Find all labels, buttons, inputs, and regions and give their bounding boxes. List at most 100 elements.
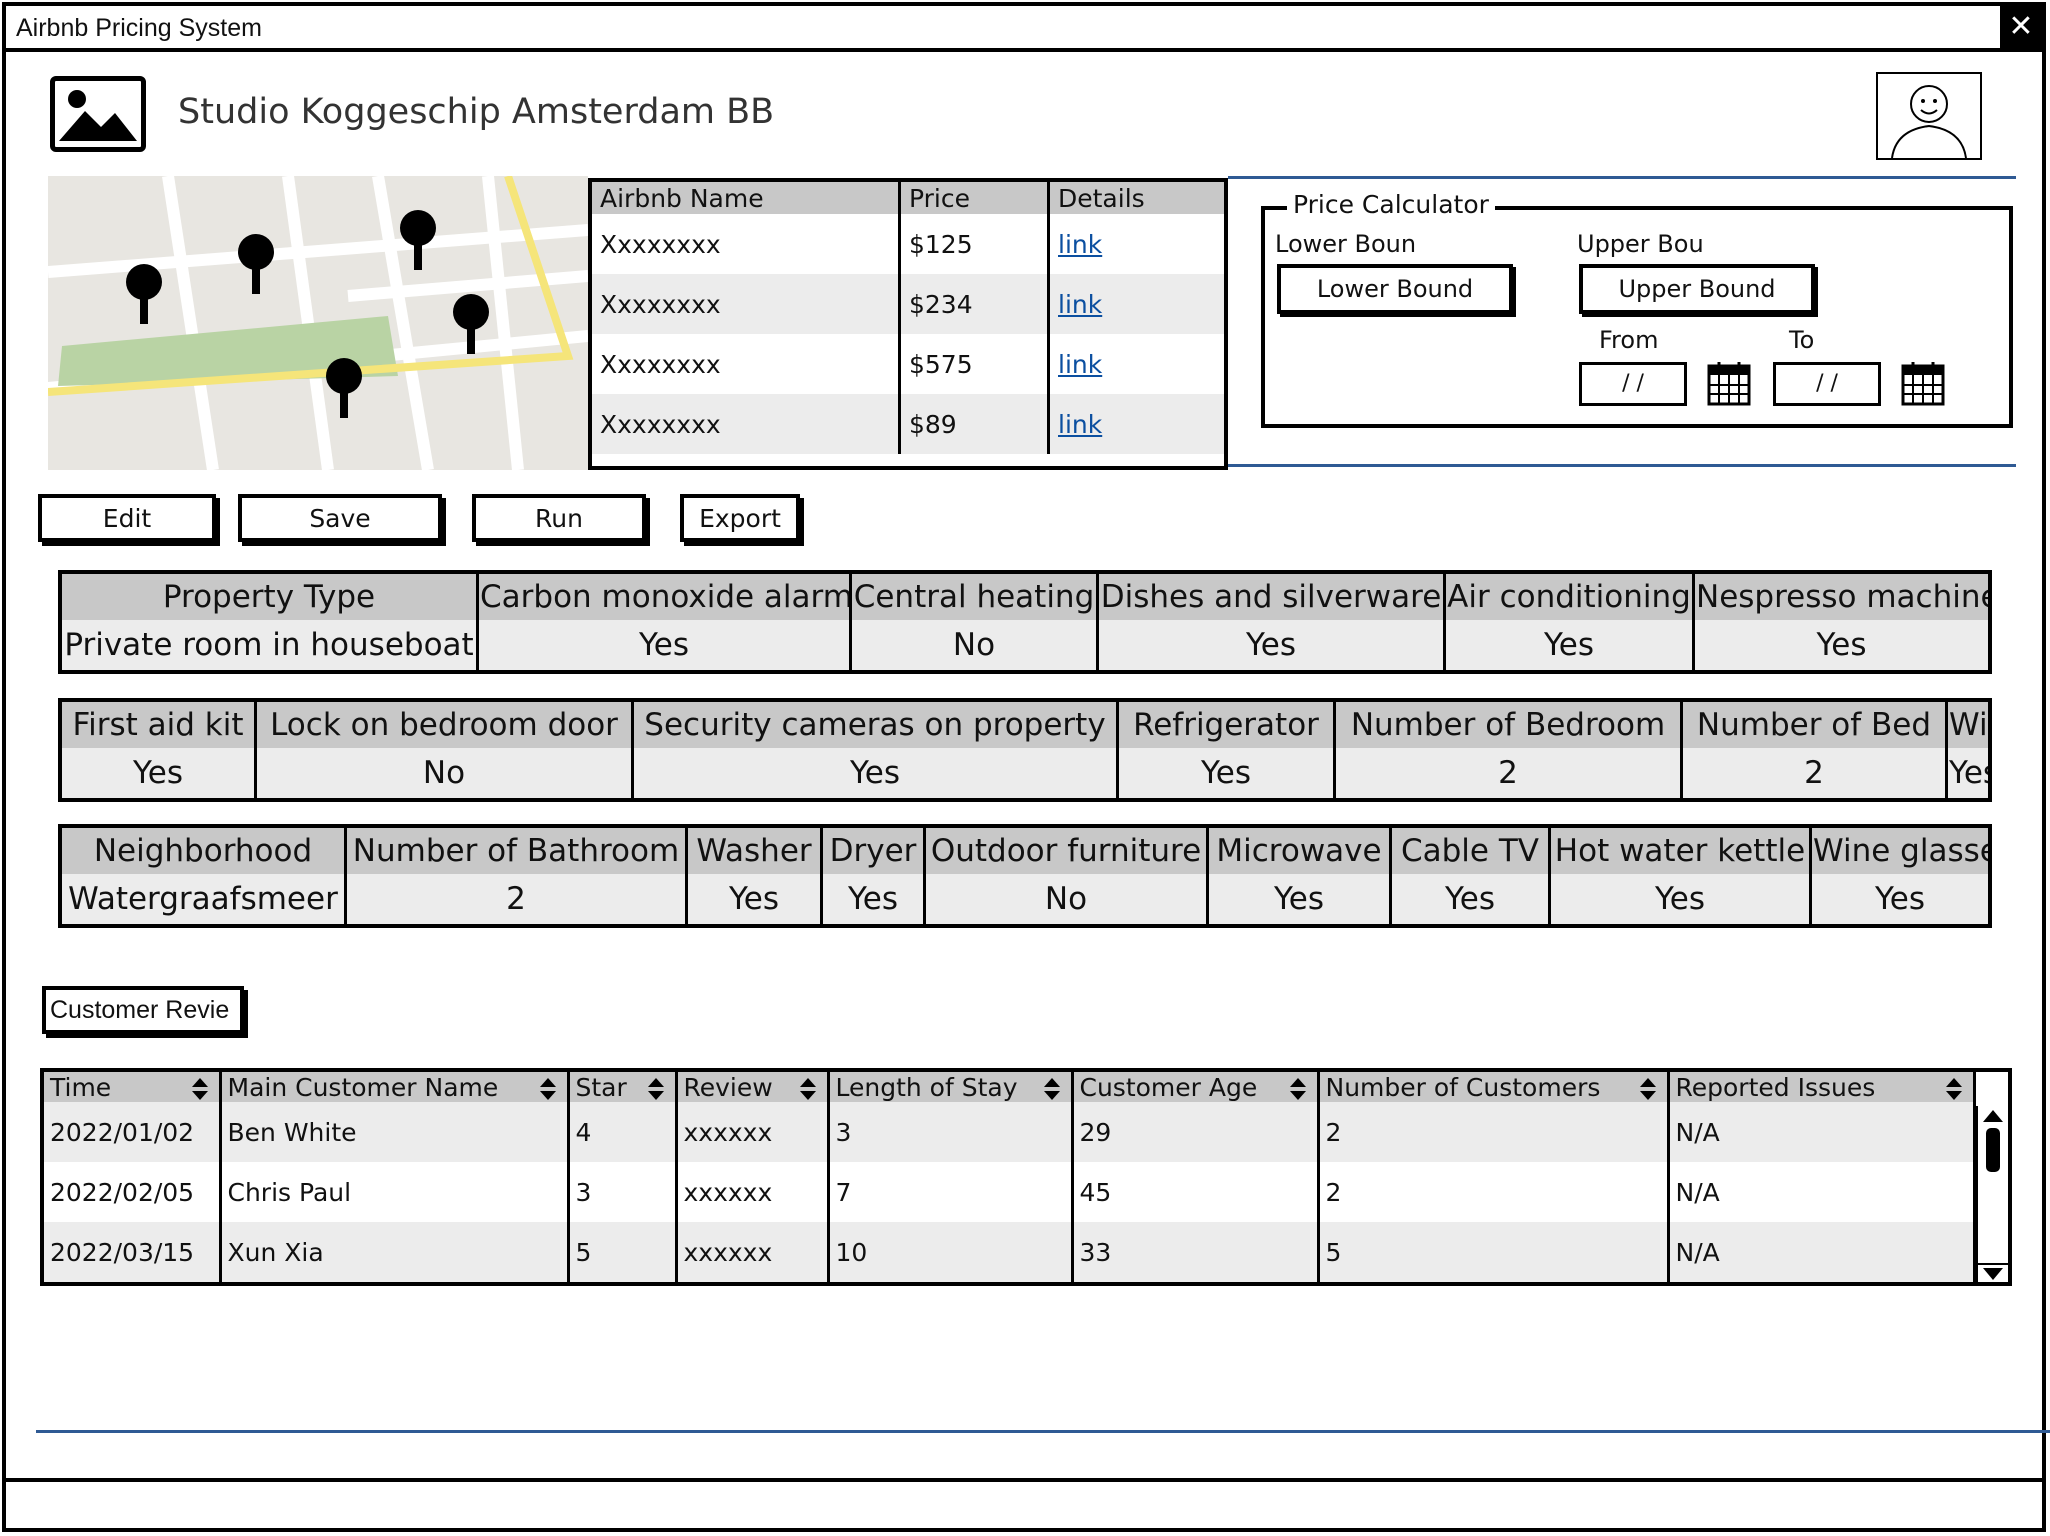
- listing-row[interactable]: Xxxxxxxx $89 link: [592, 394, 1224, 454]
- review-row[interactable]: 2022/03/15 Xun Xia 5 xxxxxx 10 33 5 N/A: [44, 1222, 1976, 1282]
- attr-value: Yes: [1549, 874, 1812, 924]
- col-price: Price: [899, 182, 1050, 214]
- review-row[interactable]: 2022/02/05 Chris Paul 3 xxxxxx 7 45 2 N/…: [44, 1162, 1976, 1222]
- from-date-input[interactable]: / /: [1579, 362, 1687, 406]
- details-link[interactable]: link: [1058, 230, 1102, 259]
- review-cell: xxxxxx: [676, 1222, 830, 1282]
- attr-value: No: [850, 620, 1099, 670]
- sort-icon[interactable]: [647, 1077, 665, 1101]
- from-calendar-icon[interactable]: [1707, 360, 1751, 406]
- attr-header-row: Neighborhood Number of Bathroom Washer D…: [62, 828, 1988, 874]
- details-link[interactable]: link: [1058, 350, 1102, 379]
- attr-header: Microwave: [1207, 828, 1392, 874]
- listing-row[interactable]: Xxxxxxxx $125 link: [592, 214, 1224, 274]
- to-date-input[interactable]: / /: [1773, 362, 1881, 406]
- attr-header: First aid kit: [62, 702, 257, 748]
- attr-value: Yes: [1097, 620, 1446, 670]
- attr-value: Yes: [1693, 620, 1988, 670]
- listing-price: $125: [899, 214, 1050, 274]
- listing-price: $575: [899, 334, 1050, 394]
- review-cell: 3: [568, 1162, 678, 1222]
- listing-header-row: Airbnb Name Price Details: [592, 182, 1224, 214]
- attr-header: Refrigerator: [1117, 702, 1336, 748]
- location-map[interactable]: [48, 176, 588, 470]
- review-cell: N/A: [1668, 1102, 1976, 1162]
- attr-value: No: [924, 874, 1209, 924]
- attr-header: Number of Bed: [1681, 702, 1948, 748]
- attr-value: Yes: [1117, 748, 1336, 798]
- to-calendar-icon[interactable]: [1901, 360, 1945, 406]
- listing-table: Airbnb Name Price Details Xxxxxxxx $125 …: [588, 178, 1228, 470]
- close-button[interactable]: ✕: [2000, 6, 2042, 48]
- bottom-divider: [36, 1430, 2050, 1433]
- app-window: Airbnb Pricing System ✕ Studio Koggeschi…: [2, 2, 2050, 1532]
- details-link[interactable]: link: [1058, 290, 1102, 319]
- review-cell: xxxxxx: [676, 1162, 830, 1222]
- col-customer-age[interactable]: Customer Age: [1072, 1072, 1320, 1102]
- sort-icon[interactable]: [1289, 1077, 1307, 1101]
- listing-details-cell: link: [1048, 334, 1224, 394]
- review-cell: 2022/01/02: [44, 1102, 222, 1162]
- from-label: From: [1599, 326, 1659, 354]
- col-label: Length of Stay: [835, 1072, 1018, 1102]
- lower-bound-button[interactable]: Lower Bound: [1277, 264, 1513, 314]
- sort-icon[interactable]: [1639, 1077, 1657, 1101]
- user-avatar[interactable]: [1876, 72, 1982, 160]
- attr-header: Outdoor furniture: [924, 828, 1209, 874]
- attr-header: Washer: [686, 828, 823, 874]
- listing-name: Xxxxxxxx: [592, 334, 901, 394]
- lower-bound-label: Lower Boun: [1275, 230, 1417, 258]
- attr-value: 2: [1334, 748, 1683, 798]
- sort-icon[interactable]: [539, 1077, 557, 1101]
- review-cell: 5: [568, 1222, 678, 1282]
- customer-reviews-button[interactable]: Customer Revie: [42, 986, 244, 1034]
- price-calculator-legend: Price Calculator: [1287, 190, 1495, 219]
- sort-icon[interactable]: [1945, 1077, 1963, 1101]
- reviews-table: Time Main Customer Name Star Review Leng…: [40, 1068, 2012, 1286]
- attr-value: 2: [345, 874, 688, 924]
- col-label: Number of Customers: [1325, 1072, 1601, 1102]
- review-cell: 5: [1318, 1222, 1670, 1282]
- upper-bound-button[interactable]: Upper Bound: [1579, 264, 1815, 314]
- sort-icon[interactable]: [191, 1077, 209, 1101]
- sort-icon[interactable]: [1043, 1077, 1061, 1101]
- calculator-divider-top: [1228, 176, 2016, 179]
- reviews-scrollbar[interactable]: [1976, 1106, 2008, 1282]
- amenities-table-3: Neighborhood Number of Bathroom Washer D…: [58, 824, 1992, 928]
- listing-name: Xxxxxxxx: [592, 394, 901, 454]
- attr-value: Yes: [62, 748, 257, 798]
- to-label: To: [1789, 326, 1815, 354]
- review-row[interactable]: 2022/01/02 Ben White 4 xxxxxx 3 29 2 N/A: [44, 1102, 1976, 1162]
- attr-value-row: Watergraafsmeer 2 Yes Yes No Yes Yes Yes…: [62, 874, 1988, 924]
- details-link[interactable]: link: [1058, 410, 1102, 439]
- review-cell: 29: [1072, 1102, 1320, 1162]
- save-button[interactable]: Save: [238, 494, 442, 542]
- export-button[interactable]: Export: [680, 494, 800, 542]
- attr-value: 2: [1681, 748, 1948, 798]
- listing-details-cell: link: [1048, 394, 1224, 454]
- upper-bound-label: Upper Bou: [1577, 230, 1704, 258]
- col-time[interactable]: Time: [44, 1072, 222, 1102]
- col-airbnb-name: Airbnb Name: [592, 182, 901, 214]
- listing-details-cell: link: [1048, 214, 1224, 274]
- sort-icon[interactable]: [799, 1077, 817, 1101]
- col-length-of-stay[interactable]: Length of Stay: [828, 1072, 1074, 1102]
- attr-header: Cable TV: [1390, 828, 1551, 874]
- col-label: Star: [575, 1072, 627, 1102]
- run-button[interactable]: Run: [472, 494, 646, 542]
- col-number-of-customers[interactable]: Number of Customers: [1318, 1072, 1670, 1102]
- amenities-table-1: Property Type Carbon monoxide alarm Cent…: [58, 570, 1992, 674]
- col-label: Reported Issues: [1675, 1072, 1876, 1102]
- review-cell: 33: [1072, 1222, 1320, 1282]
- col-star[interactable]: Star: [568, 1072, 678, 1102]
- edit-button[interactable]: Edit: [38, 494, 216, 542]
- attr-value: Yes: [632, 748, 1119, 798]
- attr-header: Carbon monoxide alarm: [477, 574, 852, 620]
- col-label: Customer Age: [1079, 1072, 1258, 1102]
- col-customer-name[interactable]: Main Customer Name: [220, 1072, 570, 1102]
- col-reported-issues[interactable]: Reported Issues: [1668, 1072, 1976, 1102]
- listing-row[interactable]: Xxxxxxxx $234 link: [592, 274, 1224, 334]
- attr-value: Yes: [1390, 874, 1551, 924]
- col-review[interactable]: Review: [676, 1072, 830, 1102]
- listing-row[interactable]: Xxxxxxxx $575 link: [592, 334, 1224, 394]
